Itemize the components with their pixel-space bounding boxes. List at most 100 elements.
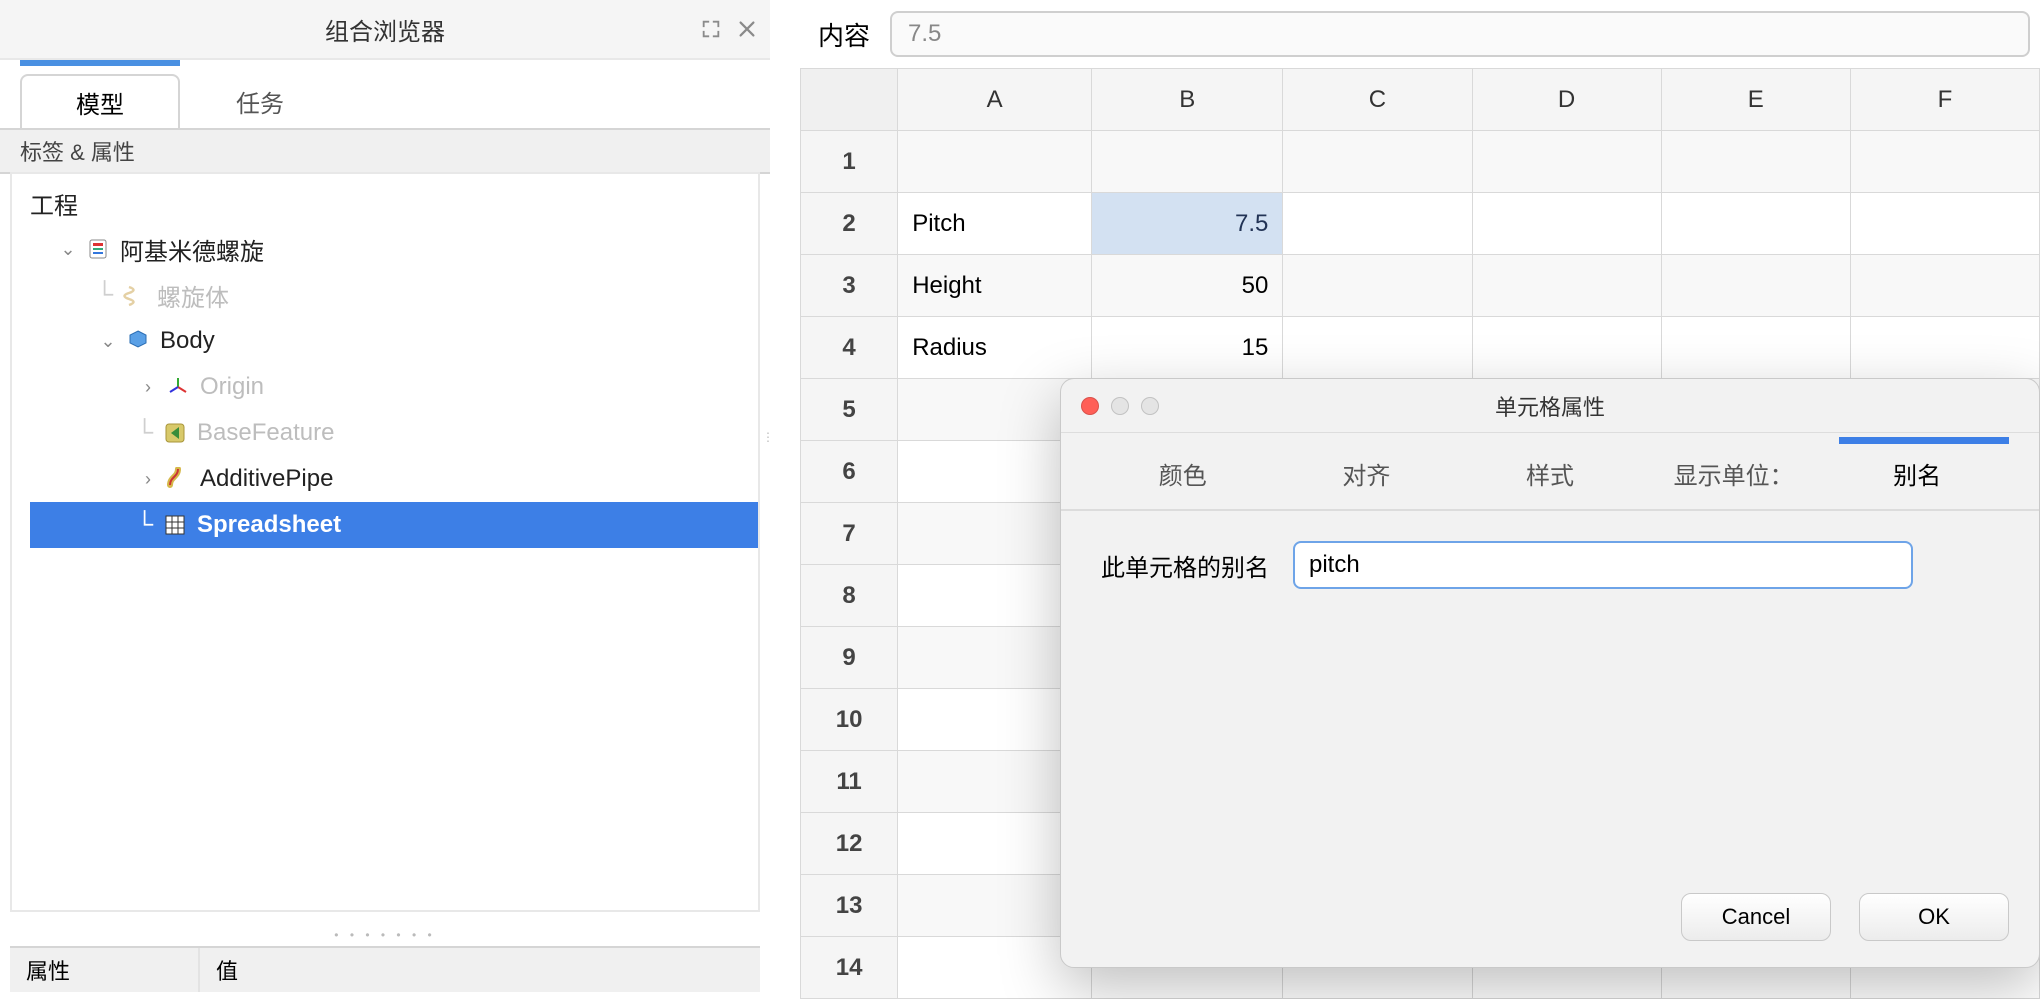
collapse-icon[interactable] [700,18,722,40]
sheet-row: 4Radius15 [801,317,2040,379]
cell-content-input[interactable] [890,11,2030,57]
cell-C2[interactable] [1283,193,1472,255]
sheet-row: 3Height50 [801,255,2040,317]
cancel-button[interactable]: Cancel [1681,893,1831,941]
tree-label: Body [160,327,215,355]
sheet-row: 2Pitch7.5 [801,193,2040,255]
chevron-down-icon[interactable]: ⌄ [96,331,120,352]
cell-D2[interactable] [1472,193,1661,255]
cell-B1[interactable] [1092,131,1283,193]
alias-input[interactable] [1293,541,1913,589]
cell-B2[interactable]: 7.5 [1092,193,1283,255]
feature-icon [161,419,189,447]
cell-D1[interactable] [1472,131,1661,193]
cell-content-bar: 内容 [800,0,2040,68]
cell-F1[interactable] [1850,131,2039,193]
project-label: 工程 [30,186,78,221]
tree-item-body[interactable]: ⌄ Body [30,318,758,364]
body-icon [124,327,152,355]
row-header[interactable]: 8 [801,565,898,627]
window-minimize-icon[interactable] [1111,397,1129,415]
row-header[interactable]: 13 [801,875,898,937]
alias-label: 此单元格的别名 [1101,548,1269,583]
row-header[interactable]: 5 [801,379,898,441]
row-header[interactable]: 10 [801,689,898,751]
row-header[interactable]: 9 [801,627,898,689]
col-header-C[interactable]: C [1283,69,1472,131]
axes-icon [164,373,192,401]
dialog-tab-color[interactable]: 颜色 [1091,456,1275,509]
resize-grip-horizontal[interactable]: • • • • • • • [0,928,770,948]
tab-task[interactable]: 任务 [180,74,340,128]
row-header[interactable]: 6 [801,441,898,503]
ok-button[interactable]: OK [1859,893,2009,941]
cell-A2[interactable]: Pitch [898,193,1092,255]
row-header[interactable]: 14 [801,937,898,999]
col-header-F[interactable]: F [1850,69,2039,131]
dialog-tab-style[interactable]: 样式 [1458,456,1642,509]
model-tree[interactable]: 工程 ⌄ 阿基米德螺旋 └ 螺旋体 ⌄ Bod [12,174,758,548]
dialog-title: 单元格属性 [1061,390,2039,422]
tree-item-origin[interactable]: › Origin [30,364,758,410]
cell-E4[interactable] [1661,317,1850,379]
cell-A4[interactable]: Radius [898,317,1092,379]
cell-A1[interactable] [898,131,1092,193]
row-header[interactable]: 2 [801,193,898,255]
panel-header: 组合浏览器 [0,0,770,60]
cell-F3[interactable] [1850,255,2039,317]
dialog-tabs: 颜色 对齐 样式 显示单位： 别名 [1061,433,2039,511]
close-icon[interactable] [736,18,758,40]
cell-E3[interactable] [1661,255,1850,317]
row-header[interactable]: 11 [801,751,898,813]
tree-label: BaseFeature [197,419,334,447]
col-header-A[interactable]: A [898,69,1092,131]
row-header[interactable]: 4 [801,317,898,379]
cell-C3[interactable] [1283,255,1472,317]
corner-header[interactable] [801,69,898,131]
tree-label: 螺旋体 [157,278,229,313]
tree-label: 阿基米德螺旋 [120,232,264,267]
tab-model[interactable]: 模型 [20,74,180,128]
tree-item-additivepipe[interactable]: › AdditivePipe [30,456,758,502]
cell-D3[interactable] [1472,255,1661,317]
resize-grip-vertical[interactable]: ⋮ [762,430,776,444]
cell-B4[interactable]: 15 [1092,317,1283,379]
cell-E1[interactable] [1661,131,1850,193]
panel-title: 组合浏览器 [325,12,445,47]
window-zoom-icon[interactable] [1141,397,1159,415]
row-header[interactable]: 3 [801,255,898,317]
cell-D4[interactable] [1472,317,1661,379]
tree-item-archimedes[interactable]: ⌄ 阿基米德螺旋 [30,226,758,272]
chevron-right-icon[interactable]: › [136,469,160,490]
tree-item-basefeature[interactable]: └ BaseFeature [30,410,758,456]
cell-properties-dialog: 单元格属性 颜色 对齐 样式 显示单位： 别名 此单元格的别名 Cancel O… [1060,378,2040,968]
dialog-tab-unit[interactable]: 显示单位： [1642,456,1826,509]
tree-root-project[interactable]: 工程 [30,180,758,226]
chevron-right-icon[interactable]: › [136,377,160,398]
row-header[interactable]: 1 [801,131,898,193]
combo-browser-panel: 组合浏览器 模型 任务 标签 & 属性 工程 ⌄ 阿基米德螺旋 [0,0,770,992]
dialog-tab-alias[interactable]: 别名 [1825,456,2009,509]
dialog-tab-align[interactable]: 对齐 [1275,456,1459,509]
tree-item-spreadsheet[interactable]: └ Spreadsheet [30,502,758,548]
row-header[interactable]: 12 [801,813,898,875]
col-header-E[interactable]: E [1661,69,1850,131]
chevron-down-icon[interactable]: ⌄ [56,239,80,260]
row-header[interactable]: 7 [801,503,898,565]
cell-A3[interactable]: Height [898,255,1092,317]
document-icon [84,235,112,263]
col-header-B[interactable]: B [1092,69,1283,131]
cell-F4[interactable] [1850,317,2039,379]
col-header-D[interactable]: D [1472,69,1661,131]
dialog-titlebar[interactable]: 单元格属性 [1061,379,2039,433]
pipe-icon [164,465,192,493]
cell-B3[interactable]: 50 [1092,255,1283,317]
cell-E2[interactable] [1661,193,1850,255]
tree-label: Spreadsheet [197,511,341,539]
cell-F2[interactable] [1850,193,2039,255]
tree-item-helix[interactable]: └ 螺旋体 [30,272,758,318]
window-close-icon[interactable] [1081,397,1099,415]
cell-C4[interactable] [1283,317,1472,379]
cell-C1[interactable] [1283,131,1472,193]
tree-label: AdditivePipe [200,465,333,493]
